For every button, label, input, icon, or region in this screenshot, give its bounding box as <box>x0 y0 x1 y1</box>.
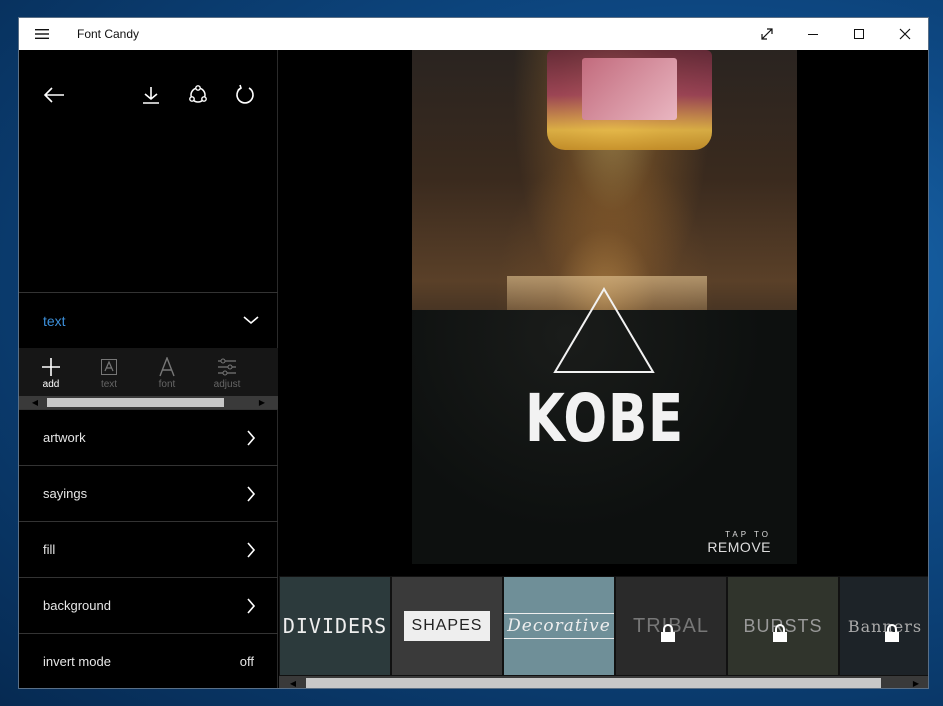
chevron-right-icon <box>247 542 256 558</box>
artwork-gallery: DIVIDERS SHAPES Decorative TRIBAL BURSTS… <box>279 576 928 676</box>
menu-item-background[interactable]: background <box>19 577 278 633</box>
top-actions <box>19 80 277 110</box>
menu-item-fill[interactable]: fill <box>19 521 278 577</box>
reset-button[interactable] <box>230 80 260 110</box>
tool-font[interactable]: font <box>142 356 192 390</box>
fullscreen-button[interactable] <box>744 18 790 50</box>
chevron-right-icon <box>247 486 256 502</box>
lock-icon <box>885 624 899 642</box>
font-icon <box>159 357 175 377</box>
maximize-button[interactable] <box>836 18 882 50</box>
jumbotron-screen <box>582 58 677 120</box>
tool-add[interactable]: add <box>26 356 76 390</box>
menu-item-sayings[interactable]: sayings <box>19 465 278 521</box>
share-button[interactable] <box>183 80 213 110</box>
menu-item-invert-mode[interactable]: invert mode off <box>19 633 278 688</box>
scroll-right-icon[interactable]: ▶ <box>255 396 269 409</box>
scrollbar-thumb[interactable] <box>47 398 224 407</box>
gallery-tile-decorative[interactable]: Decorative <box>504 577 614 675</box>
headline-text[interactable]: KOBE <box>454 380 754 457</box>
tool-text[interactable]: text <box>84 356 134 390</box>
tap-to-remove[interactable]: TAP TO REMOVE <box>707 530 771 555</box>
lock-icon <box>661 624 675 642</box>
chevron-right-icon <box>247 430 256 446</box>
chevron-right-icon <box>247 598 256 614</box>
tool-label: font <box>158 379 176 390</box>
hamburger-menu-icon[interactable] <box>19 18 65 50</box>
scroll-right-icon[interactable]: ▶ <box>909 676 923 688</box>
sidebar: text add text font adjust ◀ ▶ artwork sa… <box>19 50 278 688</box>
chevron-down-icon <box>243 316 259 325</box>
tool-label: text <box>100 379 118 390</box>
gallery-tile-dividers[interactable]: DIVIDERS <box>280 577 390 675</box>
sliders-icon <box>218 358 236 376</box>
menu-item-artwork[interactable]: artwork <box>19 409 278 465</box>
canvas-area: KOBE TAP TO REMOVE <box>279 50 928 576</box>
menu-item-label: invert mode <box>43 654 111 669</box>
text-tool-strip: add text font adjust <box>19 348 278 396</box>
back-arrow-icon <box>43 87 64 103</box>
menu-item-label: fill <box>43 542 56 557</box>
share-icon <box>189 85 207 103</box>
tile-label: Decorative <box>504 613 614 639</box>
text-section-header[interactable]: text <box>19 292 278 348</box>
tool-label: add <box>42 379 60 390</box>
minimize-button[interactable] <box>790 18 836 50</box>
download-button[interactable] <box>136 80 166 110</box>
lock-icon <box>773 624 787 642</box>
section-label: text <box>43 312 66 329</box>
menu-item-label: background <box>43 598 111 613</box>
back-button[interactable] <box>39 80 69 110</box>
gallery-tile-shapes[interactable]: SHAPES <box>392 577 502 675</box>
gallery-tile-bursts[interactable]: BURSTS <box>728 577 838 675</box>
tile-label: DIVIDERS <box>282 614 388 638</box>
triangle-artwork[interactable] <box>552 286 656 376</box>
tap-hint-large: REMOVE <box>707 539 771 555</box>
text-box-icon <box>101 359 117 375</box>
menu-item-label: artwork <box>43 430 86 445</box>
app-window: Font Candy text add text font adjust ◀ ▶… <box>18 17 929 689</box>
gallery-tile-tribal[interactable]: TRIBAL <box>616 577 726 675</box>
scroll-left-icon[interactable]: ◀ <box>286 676 300 688</box>
menu-item-label: sayings <box>43 486 88 501</box>
invert-mode-value: off <box>239 654 254 669</box>
tap-hint-small: TAP TO <box>725 530 771 539</box>
refresh-icon <box>236 84 254 104</box>
download-icon <box>143 87 159 104</box>
tool-strip-scrollbar[interactable]: ◀ ▶ <box>19 396 278 409</box>
scroll-left-icon[interactable]: ◀ <box>28 396 42 409</box>
tile-label: SHAPES <box>403 611 491 641</box>
title-bar: Font Candy <box>19 18 928 50</box>
plus-icon <box>42 358 60 376</box>
tool-adjust[interactable]: adjust <box>202 356 252 390</box>
expand-icon <box>761 28 773 40</box>
close-button[interactable] <box>882 18 928 50</box>
gallery-scrollbar[interactable]: ◀ ▶ <box>279 676 928 688</box>
gallery-tile-banners[interactable]: Banners <box>840 577 928 675</box>
tool-label: adjust <box>213 379 241 390</box>
scrollbar-thumb[interactable] <box>306 678 881 688</box>
photo-canvas[interactable]: KOBE TAP TO REMOVE <box>412 50 797 564</box>
window-title: Font Candy <box>77 27 140 41</box>
